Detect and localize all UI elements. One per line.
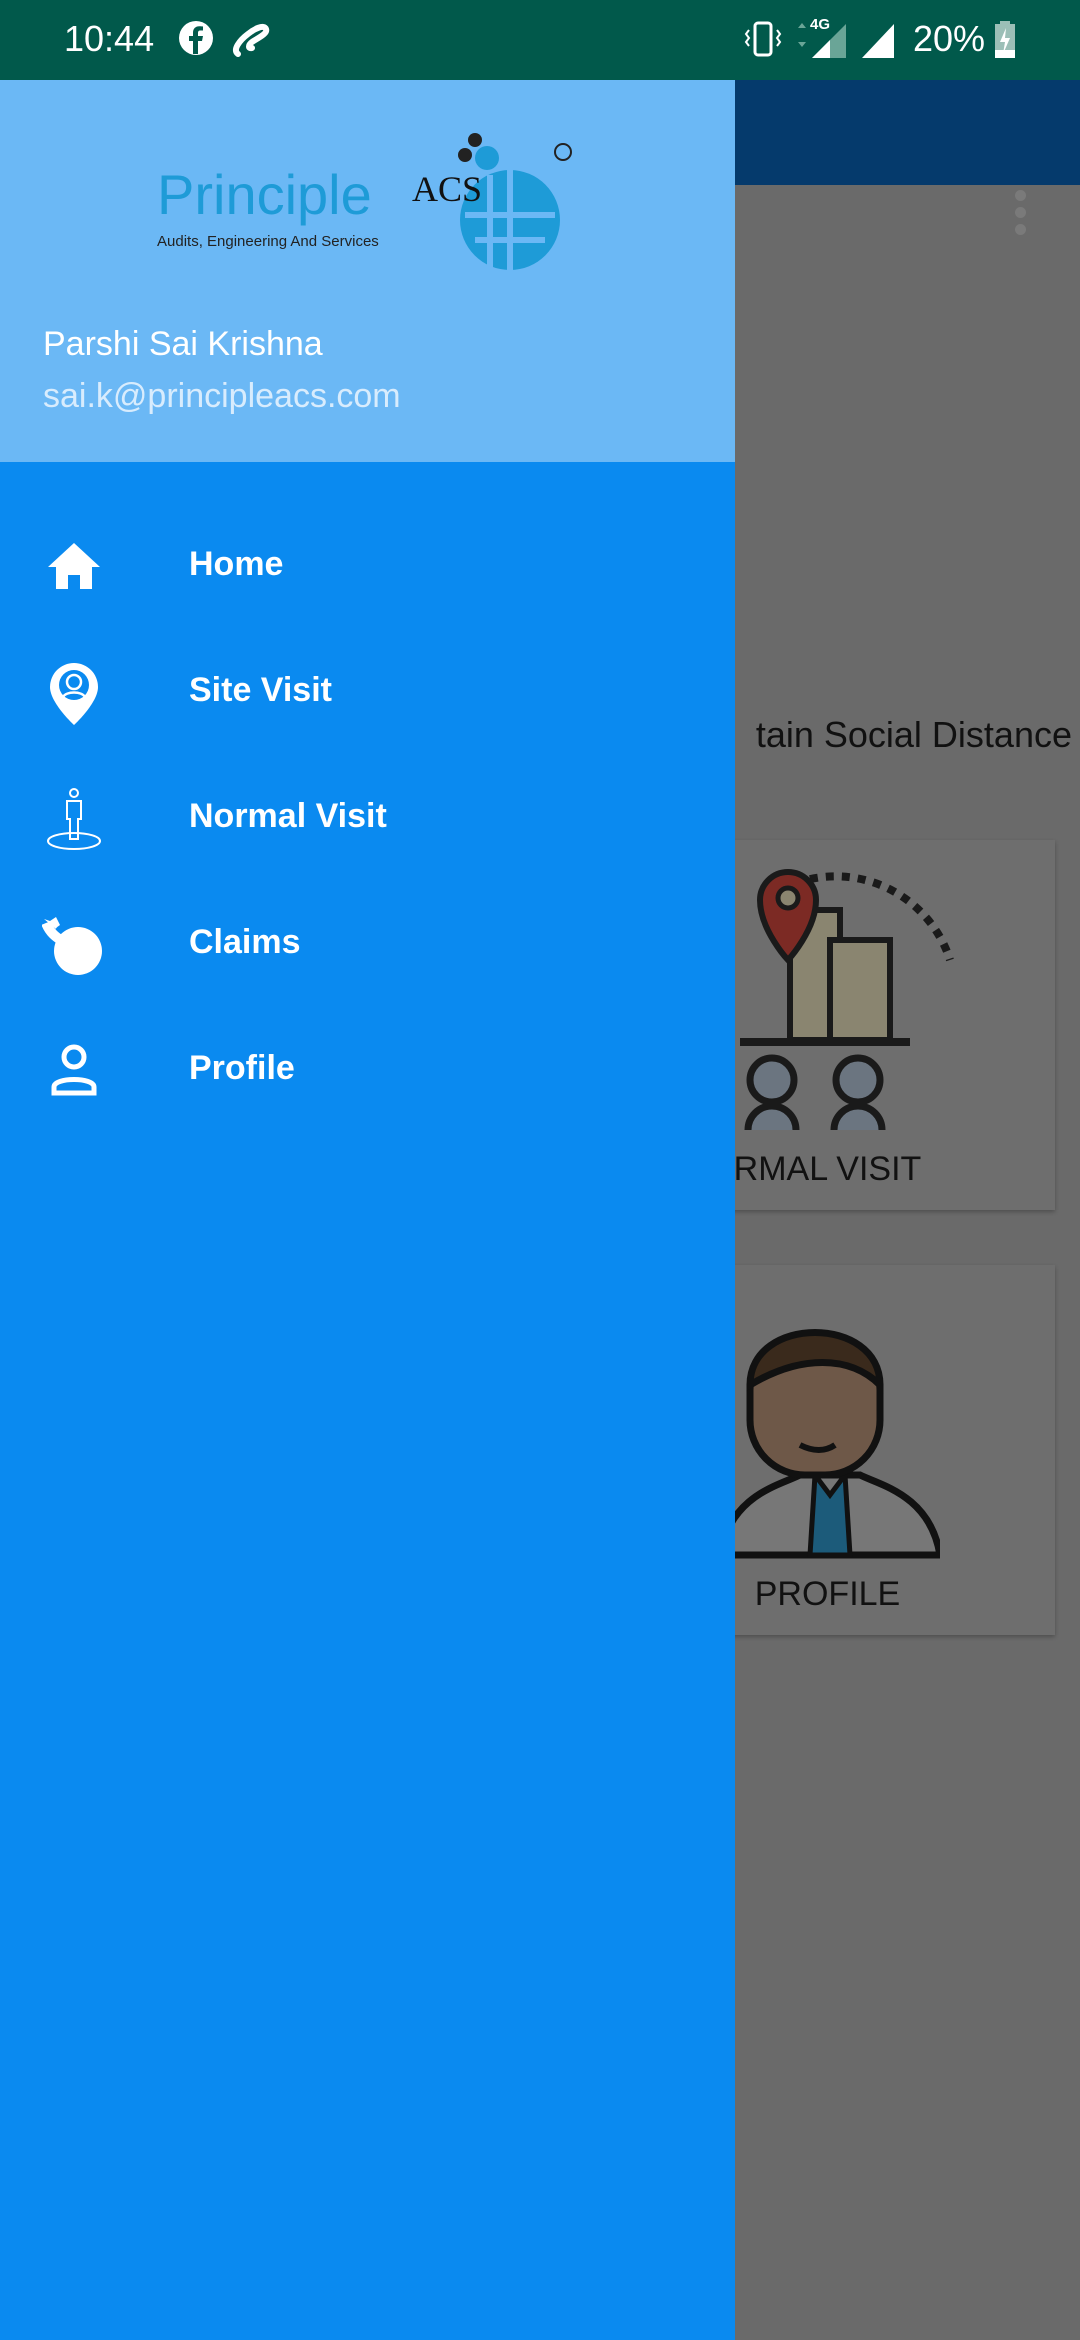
logo-tagline: Audits, Engineering And Services xyxy=(157,233,379,250)
user-email: sai.k@principleacs.com xyxy=(43,377,401,415)
person-icon xyxy=(51,1044,97,1096)
drawer-item-label: Normal Visit xyxy=(189,797,387,835)
battery-charging-icon xyxy=(995,21,1015,58)
drawer-item-home[interactable]: Home xyxy=(0,507,735,627)
money-bag-icon xyxy=(42,917,102,975)
location-person-icon xyxy=(50,663,98,725)
social-distance-illustration xyxy=(740,869,954,1130)
drawer-item-label: Site Visit xyxy=(189,671,332,709)
social-distance-headline: tain Social Distance xyxy=(755,714,1072,755)
drawer-item-label: Claims xyxy=(189,923,301,961)
vibrate-icon xyxy=(744,21,782,57)
drawer-item-label: Home xyxy=(189,545,284,583)
drawer-header: Principle ACS Audits, Engineering And Se… xyxy=(0,80,735,462)
more-options-icon[interactable] xyxy=(1014,190,1028,238)
drawer-item-normal-visit[interactable]: Normal Visit xyxy=(0,759,735,879)
drawer-item-profile[interactable]: Profile xyxy=(0,1011,735,1131)
home-icon xyxy=(48,543,100,589)
drawer-item-label: Profile xyxy=(189,1049,295,1087)
battery-percent: 20% xyxy=(913,18,986,59)
airtel-icon xyxy=(232,23,270,57)
drawer-item-claims[interactable]: Claims xyxy=(0,885,735,1005)
status-bar: 10:44 4G 20% xyxy=(0,0,1080,80)
logo-brand-suffix: ACS xyxy=(412,169,483,209)
businessman-illustration xyxy=(720,1329,940,1559)
facebook-icon xyxy=(179,21,213,55)
company-logo: Principle ACS Audits, Engineering And Se… xyxy=(155,120,585,280)
user-name: Parshi Sai Krishna xyxy=(43,325,323,363)
navigation-drawer: Principle ACS Audits, Engineering And Se… xyxy=(0,80,735,2340)
person-standing-icon xyxy=(47,788,101,850)
clock: 10:44 xyxy=(64,18,155,59)
signal-4g-icon xyxy=(798,23,846,58)
logo-brand: Principle xyxy=(157,163,372,226)
drawer-item-site-visit[interactable]: Site Visit xyxy=(0,633,735,753)
signal-icon xyxy=(862,24,894,58)
